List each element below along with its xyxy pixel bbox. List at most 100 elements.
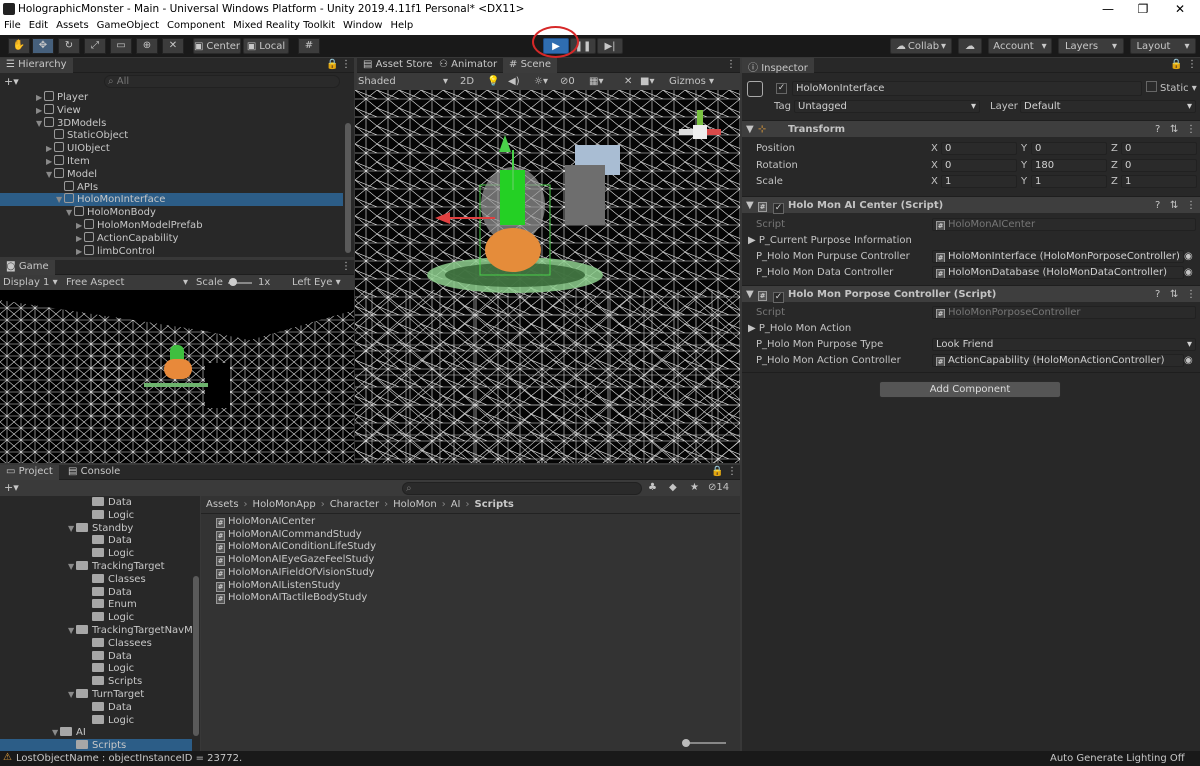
kebab-menu-icon[interactable]: ⋮ xyxy=(727,466,737,477)
position-y-field[interactable]: 0 xyxy=(1031,142,1107,155)
transform-component-header[interactable]: ▼ ⊹ Transform ? ⇅ ⋮ xyxy=(742,120,1200,137)
object-picker-icon[interactable]: ◉ xyxy=(1184,266,1193,279)
chevron-down-icon[interactable]: ▼ xyxy=(68,560,76,573)
preset-icon[interactable]: ⇅ xyxy=(1170,199,1178,212)
asset-file-item[interactable]: # HoloMonAIListenStudy xyxy=(216,579,340,592)
position-z-field[interactable]: 0 xyxy=(1121,142,1197,155)
project-search-input[interactable]: ⌕ xyxy=(402,482,642,495)
grid-toggle-icon[interactable]: ▦▾ xyxy=(589,75,603,88)
pivot-center-button[interactable]: ▣ Center xyxy=(193,38,241,54)
close-button[interactable]: ✕ xyxy=(1170,2,1190,16)
folder-tree-item[interactable]: Classees xyxy=(0,637,192,650)
effects-dropdown-icon[interactable]: ☼▾ xyxy=(534,75,548,88)
hierarchy-item[interactable]: ▼ Model xyxy=(0,167,343,181)
cloud-services-button[interactable]: ☁ xyxy=(958,38,982,54)
chevron-right-icon[interactable]: ▶ xyxy=(46,155,54,168)
step-button[interactable]: ▶| xyxy=(597,38,623,54)
chevron-right-icon[interactable]: ▶ xyxy=(36,104,44,117)
folder-tree-item[interactable]: Data xyxy=(0,496,192,509)
lock-icon[interactable]: 🔒 xyxy=(711,466,723,477)
object-picker-icon[interactable]: ◉ xyxy=(1184,250,1193,263)
game-view[interactable] xyxy=(0,290,354,463)
hierarchy-search-input[interactable]: ⌕ All xyxy=(104,75,340,88)
hidden-objects-toggle[interactable]: ⊘0 xyxy=(560,75,575,88)
folder-tree-item[interactable]: Logic xyxy=(0,714,192,727)
folder-tree-item[interactable]: Logic xyxy=(0,509,192,522)
folder-tree-item[interactable]: Scripts xyxy=(0,675,192,688)
purpose-controller-field[interactable]: # HoloMonInterface (HoloMonPorposeControl… xyxy=(932,250,1184,263)
purpose-type-dropdown[interactable]: Look Friend ▾ xyxy=(932,338,1196,351)
lock-icon[interactable]: 🔒 xyxy=(1170,59,1182,70)
scene-view[interactable] xyxy=(355,90,740,463)
move-tool-icon[interactable]: ✥ xyxy=(32,38,54,54)
aspect-dropdown[interactable]: Free Aspect ▾ xyxy=(66,276,188,289)
menu-assets[interactable]: Assets xyxy=(52,19,93,35)
account-dropdown[interactable]: Account ▾ xyxy=(988,38,1052,54)
preset-icon[interactable]: ⇅ xyxy=(1170,288,1178,301)
tab-hierarchy[interactable]: ☰ Hierarchy xyxy=(0,58,73,73)
camera-icon[interactable]: ■▾ xyxy=(640,75,654,88)
asset-file-item[interactable]: # HoloMonAIFieldOfVisionStudy xyxy=(216,566,375,579)
icon-size-slider[interactable] xyxy=(684,742,726,744)
kebab-menu-icon[interactable]: ⋮ xyxy=(726,59,736,70)
hierarchy-item[interactable]: ▶ Player xyxy=(0,91,343,104)
eye-dropdown[interactable]: Left Eye ▾ xyxy=(292,276,341,289)
icon-size-slider-thumb[interactable] xyxy=(682,739,690,747)
folder-tree-item[interactable]: Data xyxy=(0,650,192,663)
folder-tree-item[interactable]: ▼ AI xyxy=(0,726,192,739)
asset-file-item[interactable]: # HoloMonAITactileBodyStudy xyxy=(216,591,367,605)
folder-tree-item[interactable]: Data xyxy=(0,701,192,714)
tab-animator[interactable]: ⚇ Animator xyxy=(433,58,503,73)
create-asset-button[interactable]: +▾ xyxy=(4,481,19,494)
rotate-tool-icon[interactable]: ↻ xyxy=(58,38,80,54)
menu-edit[interactable]: Edit xyxy=(25,19,52,35)
hierarchy-item[interactable]: ▼ HoloMonBody xyxy=(0,206,343,219)
folder-tree-item[interactable]: Data xyxy=(0,586,192,599)
folder-tree-item[interactable]: ▼ TurnTarget xyxy=(0,688,192,701)
folder-tree-item[interactable]: ▼ TrackingTargetNavM xyxy=(0,624,193,637)
hand-tool-icon[interactable]: ✋ xyxy=(8,38,30,54)
menu-help[interactable]: Help xyxy=(386,19,417,35)
hierarchy-item[interactable]: ▶ View xyxy=(0,103,343,117)
rotation-z-field[interactable]: 0 xyxy=(1121,159,1197,172)
folder-tree-item[interactable]: Data xyxy=(0,534,192,547)
purpose-controller-enabled-checkbox[interactable]: ✓ xyxy=(773,288,784,303)
chevron-down-icon[interactable]: ▼ xyxy=(68,624,76,637)
breadcrumb-item[interactable]: AI xyxy=(451,499,461,510)
asset-file-item[interactable]: # HoloMonAICommandStudy xyxy=(216,528,362,541)
hierarchy-scrollbar[interactable] xyxy=(345,123,351,253)
rotation-y-field[interactable]: 180 xyxy=(1031,159,1107,172)
pivot-local-button[interactable]: ▣ Local xyxy=(243,38,289,54)
lighting-toggle-icon[interactable]: 💡 xyxy=(487,75,499,88)
object-picker-icon[interactable]: ◉ xyxy=(1184,354,1193,367)
shading-mode-dropdown[interactable]: Shaded ▾ xyxy=(358,75,448,88)
menu-mixed-reality-toolkit[interactable]: Mixed Reality Toolkit xyxy=(229,19,339,35)
kebab-menu-icon[interactable]: ⋮ xyxy=(1186,288,1196,301)
help-icon[interactable]: ? xyxy=(1155,199,1160,212)
chevron-right-icon[interactable]: ▶ xyxy=(46,142,54,155)
object-name-field[interactable]: HoloMonInterface xyxy=(792,81,1142,96)
hierarchy-item[interactable]: ▶ UIObject xyxy=(0,142,343,155)
menu-file[interactable]: File xyxy=(0,19,25,35)
tab-scene[interactable]: # Scene xyxy=(503,58,558,73)
folder-tree-item[interactable]: Logic xyxy=(0,611,192,624)
scale-slider-thumb[interactable] xyxy=(229,278,237,286)
scale-y-field[interactable]: 1 xyxy=(1031,175,1107,188)
hidden-packages-toggle[interactable]: ⊘14 xyxy=(708,481,729,494)
breadcrumb-item[interactable]: Scripts xyxy=(475,499,514,510)
filter-by-label-icon[interactable]: ◆ xyxy=(669,481,677,494)
chevron-right-icon[interactable]: ▶ xyxy=(76,232,84,245)
folder-tree-scrollbar[interactable] xyxy=(193,576,199,736)
layout-dropdown[interactable]: Layout ▾ xyxy=(1130,38,1196,54)
chevron-right-icon[interactable]: ▶ xyxy=(36,91,44,104)
audio-toggle-icon[interactable]: ◀) xyxy=(508,75,520,88)
hierarchy-item[interactable]: ▶ ActionCapability xyxy=(0,231,343,245)
menu-component[interactable]: Component xyxy=(163,19,229,35)
help-icon[interactable]: ? xyxy=(1155,123,1160,136)
static-dropdown[interactable]: Static ▾ xyxy=(1160,82,1197,95)
filter-by-type-icon[interactable]: ♣ xyxy=(648,481,657,494)
folder-tree-item[interactable]: Scripts xyxy=(0,739,192,751)
breadcrumb-item[interactable]: Character xyxy=(330,499,379,510)
lock-icon[interactable]: 🔒 xyxy=(326,59,338,70)
chevron-down-icon[interactable]: ▼ xyxy=(68,688,76,701)
